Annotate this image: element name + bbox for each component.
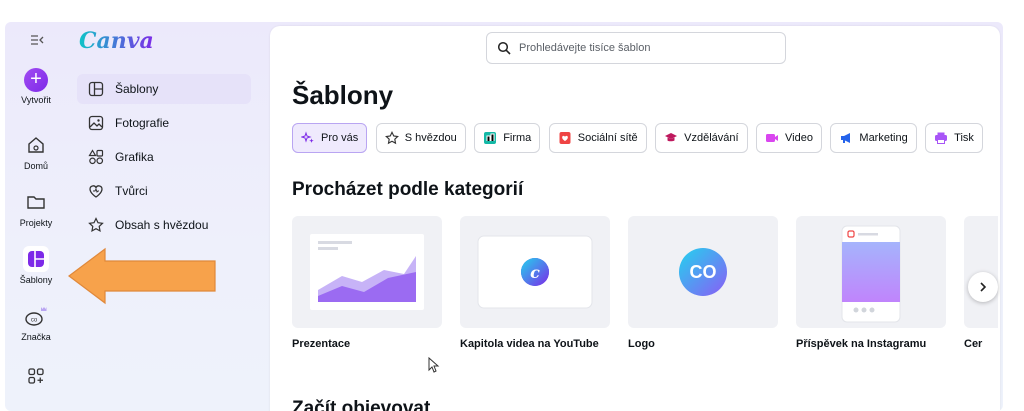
chip-education[interactable]: Vzdělávání [655, 123, 748, 153]
side-item-label: Šablony [115, 82, 159, 96]
mouse-pointer-icon [428, 357, 440, 373]
rail-item-apps[interactable] [5, 363, 67, 389]
card-label: Cer [964, 338, 983, 350]
rail-label-templates: Šablony [19, 275, 53, 285]
svg-text:co: co [31, 318, 38, 324]
rail-label-home: Domů [23, 161, 48, 171]
card-label: Prezentace [292, 338, 351, 350]
main-content: Prohledávejte tisíce šablon Šablony Pro … [270, 26, 1000, 411]
chip-label: Marketing [859, 132, 908, 144]
instagram-post-thumbnail [796, 216, 946, 328]
side-item-creators[interactable]: Tvůrci [77, 176, 251, 206]
card-instagram-post[interactable]: Příspěvek na Instagramu [796, 216, 946, 350]
brand-crown-icon: co [23, 303, 49, 329]
card-label: Příspěvek na Instagramu [796, 338, 927, 350]
folder-icon [23, 189, 49, 215]
chip-label: Vzdělávání [684, 132, 739, 144]
chip-social[interactable]: Sociální sítě [548, 123, 647, 153]
rail-label-projects: Projekty [19, 218, 53, 228]
shapes-icon [87, 148, 105, 166]
section-title-explore: Začít objevovat [292, 398, 431, 411]
apps-icon [23, 363, 49, 389]
templates-icon [23, 246, 49, 272]
video-icon [765, 131, 779, 145]
search-input[interactable]: Prohledávejte tisíce šablon [486, 32, 786, 64]
image-icon [87, 114, 105, 132]
megaphone-icon [839, 131, 853, 145]
search-icon [497, 41, 511, 55]
card-youtube-chapter[interactable]: c Kapitola videa na YouTube [460, 216, 610, 350]
printer-icon [934, 131, 948, 145]
chevron-right-icon [978, 279, 988, 295]
side-item-label: Tvůrci [115, 184, 148, 198]
card-label: Kapitola videa na YouTube [460, 338, 599, 350]
category-chips: Pro vás S hvězdou Firma Sociální sítě Vz… [292, 123, 992, 155]
graduation-cap-icon [664, 131, 678, 145]
chip-starred[interactable]: S hvězdou [375, 123, 466, 153]
chip-marketing[interactable]: Marketing [830, 123, 917, 153]
chip-label: S hvězdou [404, 132, 457, 144]
canva-frame: + Vytvořit Domů Projekty Šablony co Znač… [5, 22, 1003, 411]
star-icon [87, 216, 105, 234]
app-window: + Vytvořit Domů Projekty Šablony co Znač… [0, 0, 1024, 411]
chip-video[interactable]: Video [756, 123, 822, 153]
side-item-photos[interactable]: Fotografie [77, 108, 251, 138]
chip-label: Video [785, 132, 813, 144]
social-heart-icon [558, 131, 572, 145]
rail-item-home[interactable]: Domů [5, 132, 67, 171]
arrow-annotation-icon [68, 247, 216, 305]
plus-icon: + [24, 68, 48, 92]
card-label: Logo [628, 338, 655, 350]
presentation-thumbnail [292, 216, 442, 328]
youtube-chapter-thumbnail: c [460, 216, 610, 328]
rail-item-projects[interactable]: Projekty [5, 189, 67, 228]
page-title: Šablony [292, 80, 394, 110]
chip-label: Tisk [954, 132, 974, 144]
chip-print[interactable]: Tisk [925, 123, 983, 153]
collapse-menu-icon[interactable] [29, 32, 45, 48]
card-presentation[interactable]: Prezentace [292, 216, 442, 350]
rail-label-brand: Značka [21, 332, 51, 342]
left-rail: + Vytvořit Domů Projekty Šablony co Znač… [5, 22, 67, 411]
chip-label: Sociální sítě [577, 132, 638, 144]
home-icon [23, 132, 49, 158]
star-icon [384, 131, 399, 145]
card-logo[interactable]: CO Logo [628, 216, 778, 350]
side-item-templates[interactable]: Šablony [77, 74, 251, 104]
rail-item-templates[interactable]: Šablony [5, 246, 67, 285]
side-item-graphics[interactable]: Grafika [77, 142, 251, 172]
business-icon [483, 131, 497, 145]
rail-item-brand[interactable]: co Značka [5, 303, 67, 342]
side-item-starred[interactable]: Obsah s hvězdou [77, 210, 251, 240]
section-title-categories: Procházet podle kategorií [292, 179, 524, 200]
templates-outline-icon [87, 80, 105, 98]
side-item-label: Obsah s hvězdou [115, 218, 209, 232]
heart-icon [87, 182, 105, 200]
side-item-label: Fotografie [115, 116, 170, 130]
create-button[interactable]: + Vytvořit [5, 68, 67, 105]
carousel-next-button[interactable] [968, 272, 998, 302]
search-placeholder: Prohledávejte tisíce šablon [519, 42, 651, 54]
logo-thumbnail: CO [628, 216, 778, 328]
canva-logo[interactable]: Canva [79, 28, 154, 54]
create-label: Vytvořit [21, 95, 51, 105]
chip-for-you[interactable]: Pro vás [292, 123, 368, 153]
logo-text: Canva [79, 28, 154, 54]
chip-label: Firma [503, 132, 532, 144]
side-item-label: Grafika [115, 150, 154, 164]
category-carousel: Prezentace c Kapitola videa na YouTube C… [292, 216, 998, 356]
templates-side-panel: Canva Šablony Fotografie Grafika Tvůrci … [67, 22, 265, 411]
svg-text:c: c [530, 263, 540, 282]
chip-business[interactable]: Firma [474, 123, 541, 153]
chip-label: Pro vás [321, 132, 359, 144]
logo-card-text: CO [689, 262, 717, 282]
sparkle-icon [301, 131, 315, 145]
